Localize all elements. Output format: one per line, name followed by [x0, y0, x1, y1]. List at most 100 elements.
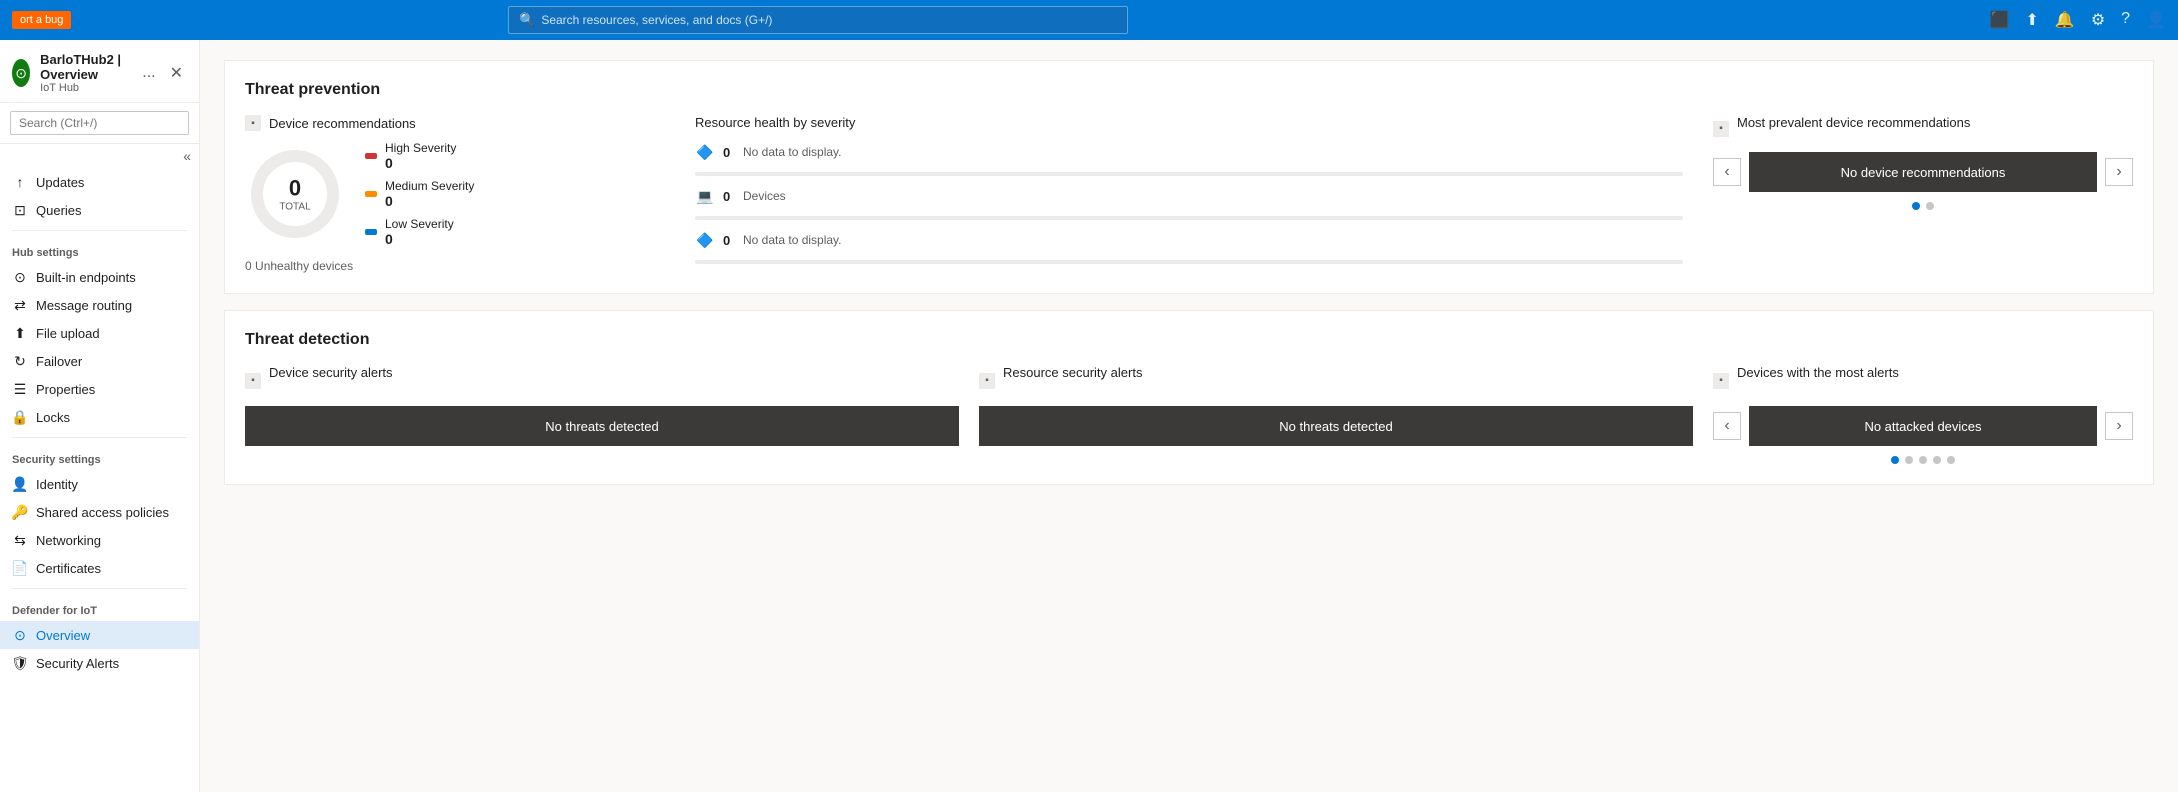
devices-most-no-data: No attacked devices	[1749, 406, 2097, 446]
prevalent-title: Most prevalent device recommendations	[1737, 115, 1970, 130]
networking-icon: ⇆	[12, 532, 28, 548]
health-label-2: No data to display.	[743, 233, 842, 247]
threat-detection-title: Threat detection	[245, 331, 2133, 349]
resource-alerts-header: ▪ Resource security alerts	[979, 365, 1693, 396]
search-icon: 🔍	[519, 12, 535, 28]
legend-dot-low	[365, 229, 377, 235]
global-search-bar[interactable]: 🔍	[508, 6, 1128, 34]
prevalent-next-button[interactable]: ›	[2105, 158, 2133, 186]
threat-prevention-title: Threat prevention	[245, 81, 2133, 99]
health-bar-2	[695, 260, 1683, 264]
separator-2	[12, 437, 187, 438]
most-prevalent-panel: ▪ Most prevalent device recommendations …	[1713, 115, 2133, 210]
legend-medium-label: Medium Severity	[385, 179, 474, 193]
report-bug-button[interactable]: ort a bug	[12, 11, 71, 29]
main-content: Threat prevention ▪ Device recommendatio…	[200, 40, 2178, 792]
devices-most-content: No attacked devices	[1749, 406, 2097, 446]
hub-more-button[interactable]: ...	[142, 64, 155, 82]
sidebar-item-security-alerts[interactable]: 🛡 Security Alerts	[0, 649, 199, 677]
sidebar-item-message-routing[interactable]: ⇄ Message routing	[0, 291, 199, 319]
identity-icon: 👤	[12, 476, 28, 492]
health-label-0: No data to display.	[743, 145, 842, 159]
legend-low-label: Low Severity	[385, 217, 454, 231]
device-alerts-no-threats: No threats detected	[245, 406, 959, 446]
app-shell: ⊙ BarloTHub2 | Overview IoT Hub ... ✕ « …	[0, 40, 2178, 792]
device-security-alerts-panel: ▪ Device security alerts No threats dete…	[245, 365, 959, 446]
device-rec-header: ▪ Device recommendations	[245, 115, 665, 131]
threat-prevention-section: Threat prevention ▪ Device recommendatio…	[224, 60, 2154, 294]
device-alerts-header: ▪ Device security alerts	[245, 365, 959, 396]
device-rec-title: Device recommendations	[269, 116, 416, 131]
legend-high: High Severity 0	[365, 141, 474, 171]
health-count-0: 0	[723, 145, 735, 160]
collapse-button[interactable]: «	[183, 148, 191, 164]
donut-label: TOTAL	[279, 202, 310, 213]
help-icon[interactable]: ?	[2121, 10, 2130, 30]
sidebar-item-overview-label: Overview	[36, 628, 90, 643]
threat-prevention-grid: ▪ Device recommendations 0 TOTAL	[245, 115, 2133, 273]
device-alerts-icon: ▪	[245, 373, 261, 389]
sidebar-item-built-in-endpoints[interactable]: ⊙ Built-in endpoints	[0, 263, 199, 291]
sidebar-item-file-upload[interactable]: ⬆ File upload	[0, 319, 199, 347]
routing-icon: ⇄	[12, 297, 28, 313]
sidebar-item-routing-label: Message routing	[36, 298, 132, 313]
devices-most-icon: ▪	[1713, 373, 1729, 389]
sidebar-item-locks[interactable]: 🔒 Locks	[0, 403, 199, 431]
unhealthy-label: 0 Unhealthy devices	[245, 259, 665, 273]
prevalent-header: ▪ Most prevalent device recommendations	[1713, 115, 2133, 142]
devices-most-next-button[interactable]: ›	[2105, 412, 2133, 440]
devices-most-prev-button[interactable]: ‹	[1713, 412, 1741, 440]
prevalent-dot-0	[1912, 202, 1920, 210]
shared-access-icon: 🔑	[12, 504, 28, 520]
bell-icon[interactable]: 🔔	[2055, 10, 2075, 30]
sidebar-close-button[interactable]: ✕	[166, 59, 187, 87]
file-upload-icon: ⬆	[12, 325, 28, 341]
upload-icon[interactable]: ⬆	[2026, 10, 2039, 30]
sidebar-item-shared-access[interactable]: 🔑 Shared access policies	[0, 498, 199, 526]
sidebar-item-updates-label: Updates	[36, 175, 84, 190]
donut-center: 0 TOTAL	[279, 176, 310, 213]
feedback-icon[interactable]: 👤	[2146, 10, 2166, 30]
prevalent-prev-button[interactable]: ‹	[1713, 158, 1741, 186]
sidebar-item-networking[interactable]: ⇆ Networking	[0, 526, 199, 554]
section-defender-iot: Defender for IoT	[0, 595, 199, 621]
locks-icon: 🔒	[12, 409, 28, 425]
devices-most-dots	[1713, 456, 2133, 464]
prevalent-dot-1	[1926, 202, 1934, 210]
legend-high-count: 0	[385, 155, 456, 171]
sidebar-item-updates[interactable]: ↑ Updates	[0, 168, 199, 196]
top-icons: ⬛ ⬆ 🔔 ⚙ ? 👤	[1990, 10, 2166, 30]
legend-medium-count: 0	[385, 193, 474, 209]
sidebar-search-input[interactable]	[10, 111, 189, 135]
sidebar-item-queries[interactable]: ⊡ Queries	[0, 196, 199, 224]
global-search-input[interactable]	[541, 13, 1117, 27]
devices-most-header: ▪ Devices with the most alerts	[1713, 365, 2133, 396]
certificates-icon: 📄	[12, 560, 28, 576]
legend-low-count: 0	[385, 231, 454, 247]
sidebar-header: ⊙ BarloTHub2 | Overview IoT Hub ... ✕	[0, 40, 199, 103]
sidebar-item-file-upload-label: File upload	[36, 326, 100, 341]
sidebar-item-overview[interactable]: ⊙ Overview	[0, 621, 199, 649]
unhealthy-label-text: Unhealthy devices	[255, 259, 353, 273]
hub-title-area: BarloTHub2 | Overview IoT Hub	[40, 52, 132, 94]
sidebar-item-certificates[interactable]: 📄 Certificates	[0, 554, 199, 582]
devices-most-dot-3	[1933, 456, 1941, 464]
sidebar-item-properties[interactable]: ☰ Properties	[0, 375, 199, 403]
health-icon-2: 🔷	[695, 230, 715, 250]
separator-1	[12, 230, 187, 231]
settings-icon[interactable]: ⚙	[2091, 10, 2105, 30]
screenshot-icon[interactable]: ⬛	[1990, 10, 2010, 30]
sidebar-item-identity[interactable]: 👤 Identity	[0, 470, 199, 498]
devices-most-dot-1	[1905, 456, 1913, 464]
sidebar-item-security-alerts-label: Security Alerts	[36, 656, 119, 671]
properties-icon: ☰	[12, 381, 28, 397]
devices-most-alerts-panel: ▪ Devices with the most alerts ‹ No atta…	[1713, 365, 2133, 464]
sidebar-item-identity-label: Identity	[36, 477, 78, 492]
sidebar-item-queries-label: Queries	[36, 203, 82, 218]
section-security-settings: Security settings	[0, 444, 199, 470]
separator-3	[12, 588, 187, 589]
top-bar: ort a bug 🔍 ⬛ ⬆ 🔔 ⚙ ? 👤	[0, 0, 2178, 40]
sidebar-item-failover[interactable]: ↻ Failover	[0, 347, 199, 375]
donut-legend: High Severity 0 Medium Severity 0	[365, 141, 474, 247]
updates-icon: ↑	[12, 174, 28, 190]
